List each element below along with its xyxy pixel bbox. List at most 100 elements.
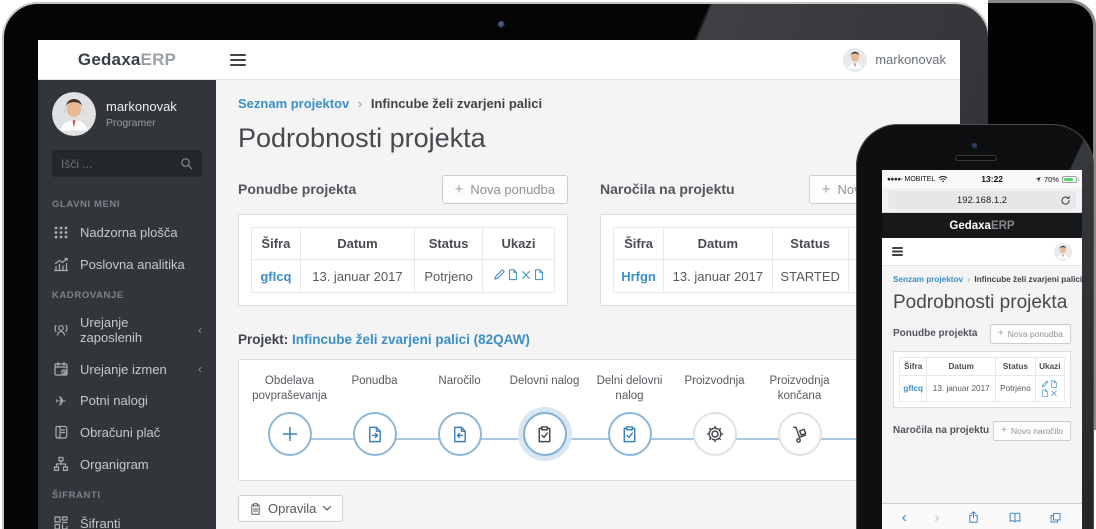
column-header: Status — [415, 228, 483, 260]
sidebar-item-label: Urejanje izmen — [80, 362, 167, 377]
carrier-label: MOBITEL — [905, 176, 936, 183]
table-row: gfIcq 13. januar 2017 Potrjeno — [900, 375, 1065, 401]
timeline-step-proizvodnja: Proizvodnja — [672, 374, 757, 456]
project-label: Projekt: — [238, 332, 288, 347]
tabs-icon[interactable] — [1049, 511, 1062, 524]
sidebar-item-potni-nalogi[interactable]: ✈ Potni nalogi — [38, 385, 216, 416]
hand-truck-icon[interactable] — [778, 412, 822, 456]
battery-percent: 70% — [1044, 175, 1059, 184]
stage: GedaxaERP markonovak markonovak Progra — [0, 0, 1096, 529]
offers-section-header: Ponudbe projekta +Nova ponudba — [893, 324, 1071, 344]
phone-status-bar: ●●●●◦ MOBITEL 13:22 ➤ 70% — [882, 170, 1082, 188]
tasks-toolbar: Opravila — [238, 495, 936, 522]
timeline-step-obdelava: Obdelava povpraševanja — [247, 374, 332, 456]
copy-doc-icon[interactable] — [1050, 380, 1058, 388]
plus-icon[interactable] — [268, 412, 312, 456]
sidebar-item-label: Nadzorna plošča — [80, 225, 178, 240]
browser-url-bar: 192.168.1.2 — [882, 188, 1082, 213]
column-header: Šifra — [614, 228, 664, 260]
column-header: Ukazi — [483, 228, 555, 260]
url-field[interactable]: 192.168.1.2 — [888, 191, 1076, 209]
edit-icon[interactable] — [493, 268, 506, 281]
offers-title: Ponudbe projekta — [238, 181, 356, 197]
search-input[interactable]: Išči ... — [61, 157, 180, 171]
column-header: Datum — [300, 228, 414, 260]
timeline-step-proizvodnja-koncana: Proizvodnja končana — [757, 374, 842, 456]
tablet-camera — [498, 21, 505, 28]
delete-icon[interactable] — [1050, 389, 1058, 397]
offer-date: 13. januar 2017 — [300, 260, 414, 293]
new-offer-button[interactable]: +Nova ponudba — [990, 324, 1071, 344]
sidebar-item-obracuni-plac[interactable]: Obračuni plač — [38, 416, 216, 448]
search-icon[interactable] — [180, 157, 193, 170]
column-header: Ukazi — [1035, 357, 1064, 375]
user-avatar[interactable] — [1054, 243, 1072, 261]
edit-icon[interactable] — [1041, 380, 1049, 388]
delete-icon[interactable] — [520, 268, 532, 281]
sidebar-item-nadzorna-plosca[interactable]: Nadzorna plošča — [38, 216, 216, 248]
orders-title: Naročila na projektu — [893, 425, 989, 436]
offers-card: Šifra Datum Status Ukazi gfIcq 13. janua… — [238, 214, 568, 306]
tasks-dropdown-button[interactable]: Opravila — [238, 495, 343, 522]
order-date: 13. januar 2017 — [664, 260, 773, 293]
topbar-main: markonovak — [216, 40, 960, 79]
topbar-user[interactable]: markonovak — [843, 48, 946, 72]
copy-doc-icon[interactable] — [507, 268, 519, 281]
main-content: Seznam projektov › Infincube želi zvarje… — [216, 80, 960, 529]
offer-code-link[interactable]: gfIcq — [903, 384, 923, 393]
wifi-icon — [938, 175, 948, 183]
tablet-frame: GedaxaERP markonovak markonovak Progra — [2, 2, 990, 529]
column-header: Datum — [664, 228, 773, 260]
offer-status: Potrjeno — [996, 375, 1035, 401]
hamburger-icon[interactable] — [892, 247, 903, 249]
share-icon[interactable] — [967, 510, 980, 524]
breadcrumb-link[interactable]: Seznam projektov — [238, 96, 349, 111]
table-row: gfIcq 13. januar 2017 Potrjeno — [252, 260, 555, 293]
tablet-screen: GedaxaERP markonovak markonovak Progra — [38, 40, 960, 529]
bookmarks-icon[interactable] — [1008, 511, 1022, 524]
document-icon[interactable] — [533, 268, 545, 281]
sidebar-section-label: GLAVNI MENI — [38, 189, 216, 216]
clipboard-check-icon[interactable] — [608, 412, 652, 456]
clipboard-icon — [249, 502, 262, 516]
new-offer-button[interactable]: +Nova ponudba — [442, 175, 568, 204]
clipboard-check-icon[interactable] — [523, 412, 567, 456]
battery-icon — [1062, 176, 1077, 183]
timeline-step-ponudba: Ponudba — [332, 374, 417, 456]
sidebar-item-poslovna-analitika[interactable]: Poslovna analitika — [38, 248, 216, 280]
orgchart-icon — [52, 456, 70, 472]
offer-code-link[interactable]: gfIcq — [260, 269, 291, 284]
document-icon[interactable] — [1041, 389, 1049, 397]
hamburger-icon[interactable] — [230, 54, 246, 56]
file-export-icon[interactable] — [353, 412, 397, 456]
new-order-button[interactable]: +Novo naročilo — [993, 421, 1071, 441]
sidebar-search[interactable]: Išči ... — [52, 150, 202, 177]
refresh-icon[interactable] — [1060, 195, 1071, 206]
order-status: STARTED — [772, 260, 848, 293]
column-header: Šifra — [252, 228, 301, 260]
offer-status: Potrjeno — [415, 260, 483, 293]
offers-title: Ponudbe projekta — [893, 328, 977, 339]
offer-date: 13. januar 2017 — [927, 375, 996, 401]
column-header: Status — [772, 228, 848, 260]
logo-primary: Gedaxa — [949, 220, 991, 232]
sidebar-user-panel[interactable]: markonovak Programer — [38, 80, 216, 146]
offers-card: Šifra Datum Status Ukazi gfIcq 13. janua… — [893, 351, 1071, 408]
project-link[interactable]: Infincube želi zvarjeni palici (82QAW) — [292, 332, 530, 347]
breadcrumb-separator: › — [967, 275, 970, 284]
back-icon[interactable]: ‹ — [902, 510, 907, 525]
sidebar-item-organigram[interactable]: Organigram — [38, 448, 216, 480]
file-import-icon[interactable] — [438, 412, 482, 456]
offers-section: Ponudbe projekta +Nova ponudba Šifra Dat… — [238, 174, 568, 306]
sidebar-item-sifranti[interactable]: Šifranti — [38, 507, 216, 529]
order-code-link[interactable]: Hrfgn — [621, 269, 656, 284]
grid-dots-icon — [52, 224, 70, 240]
breadcrumb-link[interactable]: Senzam projektov — [893, 275, 963, 284]
breadcrumb-current: Infincube želi zvarjeni palici — [974, 275, 1082, 284]
forward-icon[interactable]: › — [934, 510, 939, 525]
orders-title: Naročila na projektu — [600, 181, 735, 197]
sidebar-item-urejanje-izmen[interactable]: Urejanje izmen ‹ — [38, 353, 216, 385]
gear-icon[interactable] — [693, 412, 737, 456]
safari-bottom-bar: ‹ › — [882, 503, 1082, 529]
sidebar-item-urejanje-zaposlenih[interactable]: Urejanje zaposlenih ‹ — [38, 307, 216, 353]
